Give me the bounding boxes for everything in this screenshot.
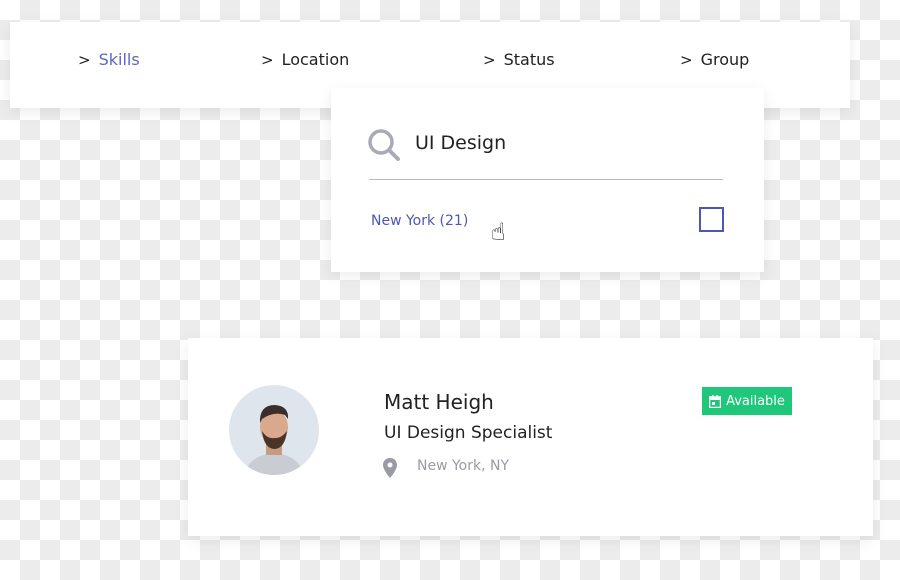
chevron-right-icon: > — [483, 50, 496, 69]
filter-dropdown: UI Design New York (21) ☝ — [331, 88, 764, 272]
tab-status[interactable]: > Status — [483, 50, 555, 69]
search-icon — [368, 129, 400, 161]
tab-label: Group — [700, 50, 750, 69]
chevron-right-icon: > — [261, 50, 274, 69]
tab-label: Skills — [98, 50, 140, 69]
tab-skills[interactable]: > Skills — [78, 50, 140, 69]
tab-label: Location — [281, 50, 350, 69]
search-underline — [369, 179, 723, 180]
option-checkbox[interactable] — [699, 207, 724, 232]
option-new-york[interactable]: New York (21) — [371, 213, 468, 229]
location-pin-icon — [383, 458, 397, 478]
avatar — [229, 385, 319, 475]
status-badge: Available — [702, 387, 792, 415]
chevron-right-icon: > — [78, 50, 91, 69]
tab-group[interactable]: > Group — [680, 50, 749, 69]
profile-location: New York, NY — [417, 458, 510, 474]
hand-cursor-icon: ☝ — [491, 218, 506, 246]
calendar-icon — [709, 394, 722, 408]
profile-name: Matt Heigh — [384, 390, 494, 414]
chevron-right-icon: > — [680, 50, 693, 69]
search-input[interactable]: UI Design — [415, 132, 506, 154]
status-label: Available — [726, 393, 785, 409]
tab-location[interactable]: > Location — [261, 50, 349, 69]
profile-card[interactable]: Matt Heigh UI Design Specialist New York… — [188, 338, 873, 536]
tab-label: Status — [503, 50, 555, 69]
profile-title: UI Design Specialist — [384, 423, 553, 443]
